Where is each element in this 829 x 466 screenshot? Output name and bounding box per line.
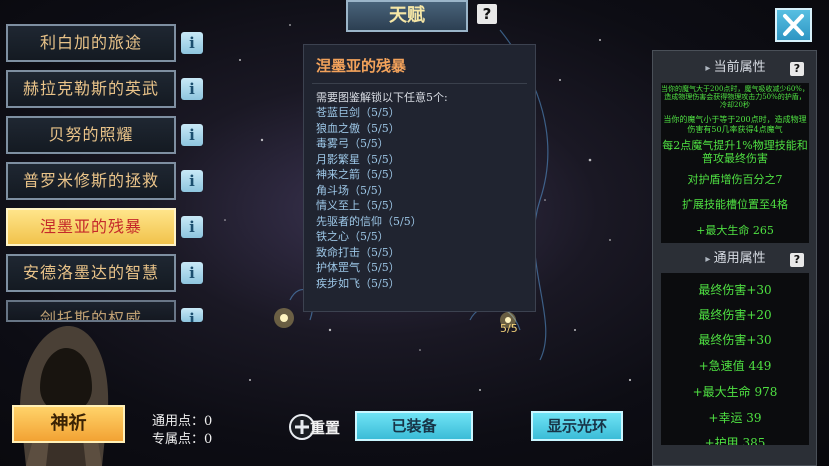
pray-button[interactable]: 神祈 <box>12 405 125 443</box>
tab-talent[interactable]: 天赋 <box>346 0 468 32</box>
talent-item[interactable]: 安德洛墨达的智慧 <box>6 254 176 292</box>
current-attr: 对护盾增伤百分之7 <box>687 173 783 186</box>
current-attr: 每2点魔气提升1%物理技能和普攻最终伤害 <box>662 139 808 165</box>
close-button[interactable] <box>775 8 812 42</box>
current-attr: 扩展技能槽位置至4格 <box>682 198 788 211</box>
equipped-button[interactable]: 已装备 <box>355 411 473 441</box>
current-attributes-box: 当你的魔气大于200点时，魔气吸收减少60%，造成物理伤害会获得物理攻击力50%… <box>661 83 809 243</box>
special-points: 专属点：0 <box>152 428 212 447</box>
show-halo-button[interactable]: 显示光环 <box>531 411 623 441</box>
general-attr: 最终伤害+20 <box>698 308 772 322</box>
tooltip-title: 涅墨亚的残暴 <box>316 57 407 75</box>
attributes-panel: ▸ 当前属性 ? 当你的魔气大于200点时，魔气吸收减少60%，造成物理伤害会获… <box>652 50 817 466</box>
general-points-value: 0 <box>204 414 213 429</box>
talent-tooltip: 涅墨亚的残暴 需要图鉴解锁以下任意5个: 苍蓝巨剑（5/5） 狼血之傲（5/5）… <box>303 44 536 312</box>
help-icon[interactable]: ? <box>477 4 497 24</box>
close-icon <box>783 14 804 36</box>
tooltip-entry: 致命打击（5/5） <box>316 245 400 259</box>
info-icon[interactable]: i <box>181 216 203 238</box>
tooltip-entry: 毒雾弓（5/5） <box>316 137 389 150</box>
current-attr: 当你的魔气小于等于200点时，造成物理伤害有50几率获得4点魔气 <box>663 115 807 134</box>
info-icon[interactable]: i <box>181 32 203 54</box>
general-points: 通用点：0 <box>152 410 212 429</box>
help-icon[interactable]: ? <box>790 253 804 267</box>
current-attr: +最大生命 265 <box>696 224 774 237</box>
info-icon[interactable]: i <box>181 308 203 322</box>
info-icon[interactable]: i <box>181 78 203 100</box>
tooltip-entry: 先驱者的信仰（5/5） <box>316 214 422 228</box>
talent-item[interactable]: 利白加的旅途 <box>6 24 176 62</box>
tooltip-divider <box>312 83 527 84</box>
general-attr: 最终伤害+30 <box>698 333 772 347</box>
arrow-icon: ▸ <box>705 63 714 74</box>
tooltip-entry: 角斗场（5/5） <box>316 183 389 197</box>
tooltip-entry-list: 苍蓝巨剑（5/5） 狼血之傲（5/5） 毒雾弓（5/5） 月影繁星（5/5） 神… <box>316 105 422 291</box>
tooltip-entry: 疾步如飞（5/5） <box>316 276 400 290</box>
current-attributes-title: 当前属性 <box>713 60 766 75</box>
general-attr: +急速值 449 <box>698 359 772 373</box>
tooltip-entry: 狼血之傲（5/5） <box>316 121 400 135</box>
general-attr: +幸运 39 <box>708 411 762 425</box>
tooltip-entry: 铁之心（5/5） <box>316 230 389 243</box>
hooded-character-portrait <box>20 326 109 466</box>
reset-label: 重置 <box>310 419 341 437</box>
tooltip-entry: 月影繁星（5/5） <box>316 152 400 166</box>
talent-item-selected[interactable]: 涅墨亚的残暴 <box>6 208 176 246</box>
map-node-badge: 5/5 <box>500 322 518 335</box>
tooltip-entry: 苍蓝巨剑（5/5） <box>316 106 400 119</box>
info-icon[interactable]: i <box>181 170 203 192</box>
general-attr: +最大生命 978 <box>692 385 778 399</box>
arrow-icon: ▸ <box>705 254 714 265</box>
talent-item[interactable]: 普罗米修斯的拯救 <box>6 162 176 200</box>
tooltip-entry: 神来之箭（5/5） <box>316 168 400 181</box>
tooltip-entry: 护体罡气（5/5） <box>316 261 400 274</box>
tooltip-entry: 情义至上（5/5） <box>316 199 400 212</box>
info-icon[interactable]: i <box>181 124 203 146</box>
info-icon[interactable]: i <box>181 262 203 284</box>
general-attr: +护甲 385 <box>704 436 766 445</box>
tooltip-requirement: 需要图鉴解锁以下任意5个: <box>316 91 448 104</box>
special-points-label: 专属点： <box>152 432 205 447</box>
general-attr: 最终伤害+30 <box>698 283 772 297</box>
help-icon[interactable]: ? <box>790 62 804 76</box>
special-points-value: 0 <box>204 432 213 447</box>
talent-item[interactable]: 赫拉克勒斯的英武 <box>6 70 176 108</box>
talent-item[interactable]: 贝努的照耀 <box>6 116 176 154</box>
current-attr: 当你的魔气大于200点时，魔气吸收减少60%，造成物理伤害会获得物理攻击力50%… <box>661 85 809 109</box>
general-attributes-title: 通用属性 <box>713 251 766 266</box>
general-points-label: 通用点： <box>152 414 205 429</box>
general-attributes-box: 最终伤害+30 最终伤害+20 最终伤害+30 +急速值 449 +最大生命 9… <box>661 273 809 445</box>
